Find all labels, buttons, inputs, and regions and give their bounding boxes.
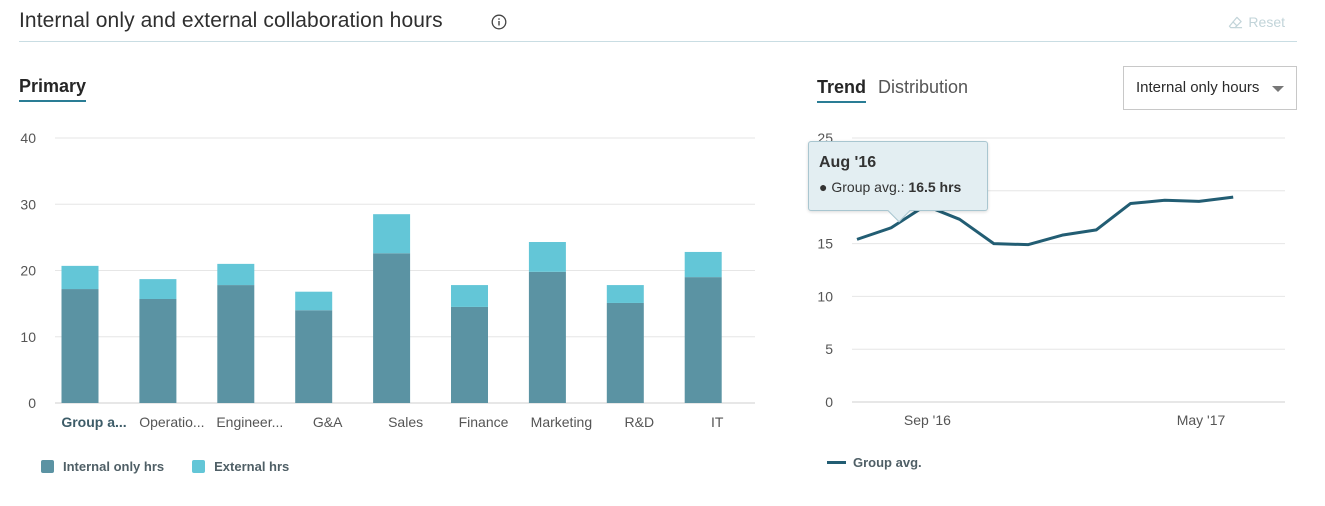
x-tick-label: May '17 bbox=[1177, 412, 1226, 428]
x-tick-label: Sep '16 bbox=[904, 412, 951, 428]
info-circle-icon[interactable] bbox=[491, 14, 507, 30]
legend-swatch-internal bbox=[41, 460, 54, 473]
bar-internal[interactable] bbox=[451, 306, 488, 403]
trend-tabs: Trend Distribution bbox=[817, 77, 968, 103]
y-tick-label: 20 bbox=[20, 263, 36, 279]
legend-swatch-external bbox=[192, 460, 206, 473]
dropdown-selected: Internal only hours bbox=[1136, 79, 1260, 96]
x-tick-label[interactable]: Sales bbox=[388, 414, 423, 430]
bar-external[interactable] bbox=[295, 291, 333, 311]
metric-dropdown[interactable]: Internal only hours bbox=[1123, 66, 1297, 110]
eraser-icon bbox=[1229, 16, 1243, 28]
bar-internal[interactable] bbox=[606, 302, 644, 403]
x-tick-label[interactable]: Group a... bbox=[61, 414, 126, 430]
bar-external[interactable] bbox=[606, 285, 644, 303]
bar-chart: 0 10 20 30 40 Group a... Operatio... Engineer..… bbox=[20, 130, 755, 430]
bar-legend: Internal only hrs External hrs bbox=[41, 459, 289, 474]
y-tick-label: 15 bbox=[817, 236, 833, 252]
x-tick-label[interactable]: R&D bbox=[625, 414, 655, 430]
x-tick-label[interactable]: G&A bbox=[313, 414, 343, 430]
bar-external[interactable] bbox=[451, 285, 488, 307]
tooltip-series: Group avg.: bbox=[831, 179, 905, 195]
x-tick-label[interactable]: IT bbox=[711, 414, 724, 430]
x-tick-label[interactable]: Engineer... bbox=[216, 414, 283, 430]
tooltip-line: ● Group avg.: 16.5 hrs bbox=[819, 179, 977, 195]
bar-internal[interactable] bbox=[373, 253, 411, 403]
y-tick-label: 0 bbox=[28, 395, 36, 411]
bar-internal[interactable] bbox=[295, 310, 333, 403]
tab-trend[interactable]: Trend bbox=[817, 77, 867, 103]
legend-label-internal[interactable]: Internal only hrs bbox=[63, 459, 164, 474]
bar-external[interactable] bbox=[684, 251, 722, 278]
x-tick-label[interactable]: Finance bbox=[459, 414, 509, 430]
bar-internal[interactable] bbox=[139, 298, 177, 403]
y-tick-label: 30 bbox=[20, 196, 36, 212]
bar-internal[interactable] bbox=[217, 285, 255, 403]
x-tick-label[interactable]: Operatio... bbox=[139, 414, 204, 430]
legend-label-group-avg[interactable]: Group avg. bbox=[853, 455, 922, 470]
tooltip-title: Aug '16 bbox=[819, 154, 877, 171]
bar-internal[interactable] bbox=[61, 289, 99, 403]
y-tick-label: 10 bbox=[817, 288, 833, 304]
tab-primary[interactable]: Primary bbox=[19, 76, 87, 102]
x-tick-label[interactable]: Marketing bbox=[531, 414, 592, 430]
legend-label-external[interactable]: External hrs bbox=[214, 459, 289, 474]
line-legend: Group avg. bbox=[827, 455, 922, 470]
legend-line-swatch bbox=[827, 461, 846, 464]
bar-internal[interactable] bbox=[528, 271, 566, 403]
bar-external[interactable] bbox=[217, 263, 255, 286]
panel-header: Internal only and external collaboration… bbox=[19, 0, 1297, 42]
panel-title: Internal only and external collaboration… bbox=[19, 9, 443, 32]
y-tick-label: 10 bbox=[20, 329, 36, 345]
bar-external[interactable] bbox=[528, 242, 566, 272]
y-tick-label: 40 bbox=[20, 130, 36, 146]
tab-distribution[interactable]: Distribution bbox=[878, 77, 968, 103]
chevron-down-icon bbox=[1272, 86, 1284, 92]
tooltip-value: 16.5 hrs bbox=[908, 179, 962, 195]
bar-external[interactable] bbox=[61, 265, 99, 290]
bar-external[interactable] bbox=[373, 214, 411, 254]
reset-button[interactable]: Reset bbox=[1228, 14, 1285, 30]
reset-label: Reset bbox=[1248, 14, 1285, 30]
bar-internal[interactable] bbox=[684, 277, 722, 403]
bar-external[interactable] bbox=[139, 279, 177, 299]
tooltip-bullet: ● bbox=[819, 179, 828, 195]
chart-tooltip: Aug '16 ● Group avg.: 16.5 hrs bbox=[808, 141, 988, 223]
y-tick-label: 5 bbox=[825, 341, 833, 357]
y-tick-label: 0 bbox=[825, 394, 833, 410]
